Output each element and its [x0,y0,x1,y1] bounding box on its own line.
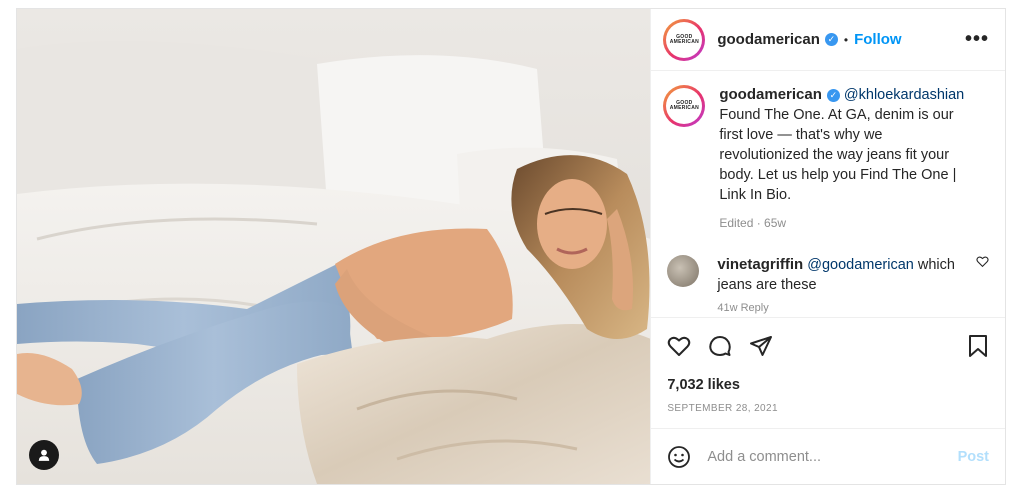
more-options-icon[interactable]: ••• [965,28,989,51]
photo-illustration [17,9,651,484]
post-comment-button[interactable]: Post [958,449,989,465]
likes-count[interactable]: 7,032 likes [651,373,1005,393]
author-avatar[interactable]: GOOD AMERICAN [663,18,706,61]
caption-text: Found The One. At GA, denim is our first… [719,107,957,203]
comment-item: vinetagriffin @goodamerican which jeans … [663,255,989,317]
author-username[interactable]: goodamerican [717,31,820,48]
verified-badge-icon: ✓ [824,33,838,46]
save-button[interactable] [967,334,989,358]
instagram-post: GOOD AMERICAN goodamerican ✓ • Follow ••… [16,8,1006,485]
post-actions-bar [651,317,1005,373]
caption-username[interactable]: goodamerican [719,86,822,103]
heart-icon [668,336,691,356]
caption-verified-badge-icon: ✓ [826,88,840,102]
paper-plane-icon [750,335,773,356]
heart-small-icon [976,256,989,268]
comments-section: GOOD AMERICAN goodamerican ✓ @khloekardas… [651,71,1005,317]
comment-body: vinetagriffin @goodamerican which jeans … [717,255,957,317]
like-button[interactable] [667,334,691,358]
user-tag-button[interactable] [29,440,59,470]
caption-body: goodamerican ✓ @khloekardashian Found The… [719,85,967,233]
comment-icon [709,335,732,356]
commenter-avatar[interactable] [667,255,700,287]
post-date: SEPTEMBER 28, 2021 [667,403,778,414]
comment-button[interactable] [708,334,732,358]
add-comment-input[interactable]: Add a comment... [707,449,957,465]
comment-meta[interactable]: 41w Reply [717,298,957,317]
author-avatar-logo: GOOD AMERICAN [666,21,703,58]
separator-dot: • [843,32,849,47]
comment-mention-link[interactable]: @goodamerican [807,257,914,273]
post-side-panel: GOOD AMERICAN goodamerican ✓ • Follow ••… [650,9,1005,484]
post-photo[interactable] [17,9,651,484]
user-tag-icon [38,449,50,461]
caption-avatar[interactable]: GOOD AMERICAN [663,85,706,127]
comment-like-button[interactable] [976,255,989,273]
caption-edited-timestamp: Edited · 65w [719,216,787,230]
add-comment-bar: Add a comment... Post [651,428,1005,484]
follow-button[interactable]: Follow [854,31,902,48]
share-button[interactable] [749,334,773,358]
caption-avatar-logo: GOOD AMERICAN [666,88,703,124]
commenter-username[interactable]: vinetagriffin [717,256,803,273]
emoji-button[interactable] [667,445,691,469]
caption-mention-link[interactable]: @khloekardashian [844,87,964,103]
post-caption: GOOD AMERICAN goodamerican ✓ @khloekardas… [663,85,989,233]
emoji-icon [668,445,691,468]
bookmark-icon [969,334,987,357]
post-header: GOOD AMERICAN goodamerican ✓ • Follow ••… [651,9,1005,71]
